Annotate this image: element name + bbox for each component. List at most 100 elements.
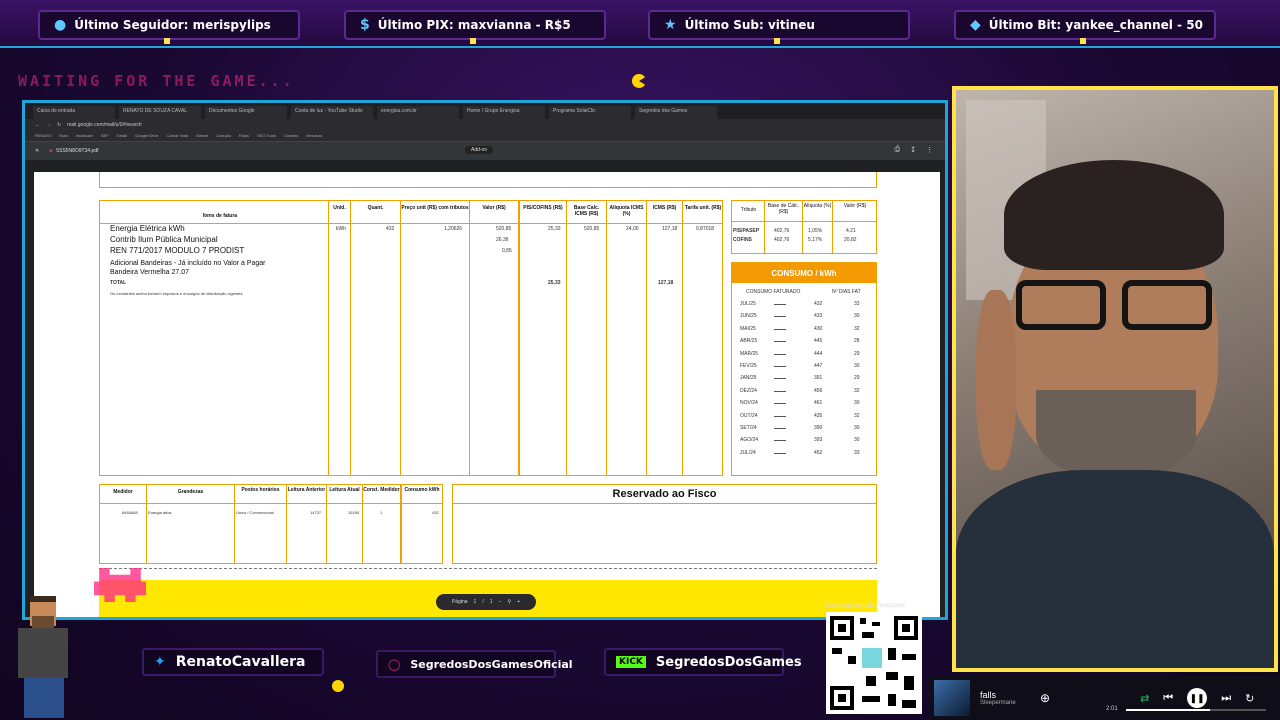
col-header: Base Calc. ICMS (R$): [573, 205, 600, 217]
med-cell: 1: [380, 510, 383, 515]
more-icon[interactable]: ⋮: [926, 146, 933, 154]
item-bandeira-vermelha: Bandeira Vermelha 27.07: [110, 269, 189, 276]
invoice-footnote: Os montantes acima incluem impostos e en…: [110, 291, 243, 296]
zoom-in-icon[interactable]: +: [517, 599, 520, 605]
consumo-month: JUL/24: [740, 449, 756, 456]
cell-icms: 127,18: [662, 226, 678, 232]
total-icms: 127,18: [658, 280, 674, 286]
consumo-bar: [774, 403, 786, 405]
consumo-month: JUN/25: [740, 313, 757, 320]
previous-icon[interactable]: ⏮: [1163, 692, 1173, 705]
alert-pix-text: Último PIX: maxvianna - R$5: [377, 18, 571, 32]
bookmark[interactable]: Coleção: [216, 133, 231, 138]
bookmark[interactable]: SEF: [101, 133, 109, 138]
progress-fill: [1126, 709, 1210, 711]
bookmark[interactable]: Google Drive: [135, 133, 158, 138]
bookmark[interactable]: Cobrar Nota: [166, 133, 188, 138]
pdf-filename: 5SS5N8O9T34.pdf: [56, 148, 99, 154]
consumo-days: 30: [854, 313, 860, 320]
bookmark[interactable]: RENATO: [35, 133, 51, 138]
consumo-bar: [774, 440, 786, 442]
download-icon[interactable]: ↧: [910, 146, 916, 154]
instagram-handle: ◯ SegredosDosGamesOficial: [376, 650, 573, 678]
music-player: falls Sleepermane ⊕ ⇄ ⏮ ❚❚ ⏭ ↻ 2:01: [930, 676, 1280, 720]
browser-tab[interactable]: Caixa de entrada: [33, 106, 115, 119]
forward-icon[interactable]: →: [46, 122, 51, 128]
consumo-month: DEZ/24: [740, 387, 757, 394]
consumo-bar: [774, 316, 786, 318]
url-text[interactable]: mail.google.com/mail/u/0/#search: [67, 122, 141, 128]
consumo-month: ABR/25: [740, 338, 758, 345]
progress-bar[interactable]: [1126, 709, 1266, 711]
search-icon[interactable]: ⚲: [507, 599, 511, 605]
album-art: [934, 680, 970, 716]
dollar-icon: $: [360, 17, 370, 33]
browser-tab[interactable]: Segredos dos Games: [635, 106, 717, 119]
pdf-toolbar: ✕ ■ 5SS5N8O9T34.pdf Add-on ⎙ ↧ ⋮: [25, 142, 945, 160]
col-header: Preço unit (R$) com tributos: [401, 205, 469, 211]
consumo-kwh: 430: [814, 325, 823, 332]
fisco-title: Reservado ao Fisco: [612, 488, 717, 500]
page-current[interactable]: 1: [474, 599, 477, 605]
cell-unit: kWh: [336, 226, 346, 232]
cell-tarifa: 0,87018: [696, 226, 715, 232]
browser-tab[interactable]: energisa.com.br: [377, 106, 459, 119]
reload-icon[interactable]: ↻: [57, 122, 61, 128]
zoom-out-icon[interactable]: −: [499, 599, 502, 605]
fisco-box: Reservado ao Fisco: [452, 484, 877, 564]
pause-icon[interactable]: ❚❚: [1187, 688, 1208, 708]
bookmark[interactable]: SEO Tools: [257, 133, 276, 138]
back-icon[interactable]: ←: [35, 122, 40, 128]
consumo-col-left: CONSUMO FATURADO: [746, 289, 801, 295]
browser-tab[interactable]: Documentos Google: [205, 106, 287, 119]
cell-pis: 25,33: [548, 226, 561, 232]
consumo-days: 30: [854, 363, 860, 369]
repeat-icon[interactable]: ↻: [1245, 692, 1254, 705]
consumo-month: NOV/24: [740, 400, 758, 407]
bookmark[interactable]: Incalcular: [76, 133, 93, 138]
browser-tab[interactable]: Home / Grupo Energisa: [463, 106, 545, 119]
consumo-col-right: Nº DIAS FAT: [832, 289, 861, 295]
bookmark[interactable]: Mercado: [306, 133, 322, 138]
bookmark[interactable]: Nota: [59, 133, 67, 138]
pdf-page-control[interactable]: Página 1 / 1 − ⚲ +: [436, 594, 536, 610]
col-header: Alíquota ICMS (%): [609, 205, 644, 217]
col-header: Unid.: [333, 205, 346, 211]
alert-dot: [774, 38, 780, 44]
browser-tab[interactable]: Programa SolaiClic: [549, 106, 631, 119]
browser-tab[interactable]: RENATO DE SOUZA CAVAL: [119, 106, 201, 119]
next-icon[interactable]: ⏭: [1221, 692, 1231, 705]
zoom-select[interactable]: Add-on: [465, 146, 494, 154]
med-header: Const. Medidor: [363, 487, 400, 493]
med-cell: Energia ativa: [148, 510, 172, 515]
close-icon[interactable]: ✕: [35, 148, 39, 154]
col-header: PIS/COFINS (R$): [523, 205, 563, 211]
twitter-icon: ✦: [154, 654, 166, 670]
bookmark[interactable]: Fatos: [239, 133, 249, 138]
instagram-icon: ◯: [388, 657, 401, 671]
shuffle-icon[interactable]: ⇄: [1140, 692, 1149, 705]
alert-dot: [164, 38, 170, 44]
kick-icon: KICK: [616, 656, 646, 668]
consumo-bar: [774, 428, 786, 429]
bookmark[interactable]: Gmail: [117, 133, 127, 138]
col-header: ICMS (R$): [652, 205, 677, 211]
print-icon[interactable]: ⎙: [895, 146, 901, 154]
browser-window: Caixa de entrada RENATO DE SOUZA CAVAL D…: [22, 100, 948, 620]
address-bar[interactable]: ← → ↻ mail.google.com/mail/u/0/#search: [25, 119, 945, 130]
med-header: Medidor: [113, 489, 133, 495]
browser-tab[interactable]: Conta de luz - YouTube Studio: [291, 106, 373, 119]
consumo-bar: [774, 415, 786, 417]
bookmark[interactable]: Cookies: [284, 133, 298, 138]
twitter-handle: ✦ RenatoCavallera: [142, 648, 324, 676]
bookmark[interactable]: Marvel: [196, 133, 208, 138]
med-cell: 15169: [348, 510, 360, 515]
add-icon[interactable]: ⊕: [1040, 691, 1050, 705]
consumo-kwh: 433: [814, 313, 823, 320]
cell-value: 0,85: [502, 248, 512, 254]
consumo-days: 28: [854, 338, 860, 345]
alert-follower-text: Último Seguidor: merispylips: [74, 18, 271, 32]
consumo-title: CONSUMO / kWh: [732, 263, 876, 283]
alert-sub-text: Último Sub: vitineu: [684, 18, 815, 32]
consumo-days: 32: [854, 387, 860, 394]
